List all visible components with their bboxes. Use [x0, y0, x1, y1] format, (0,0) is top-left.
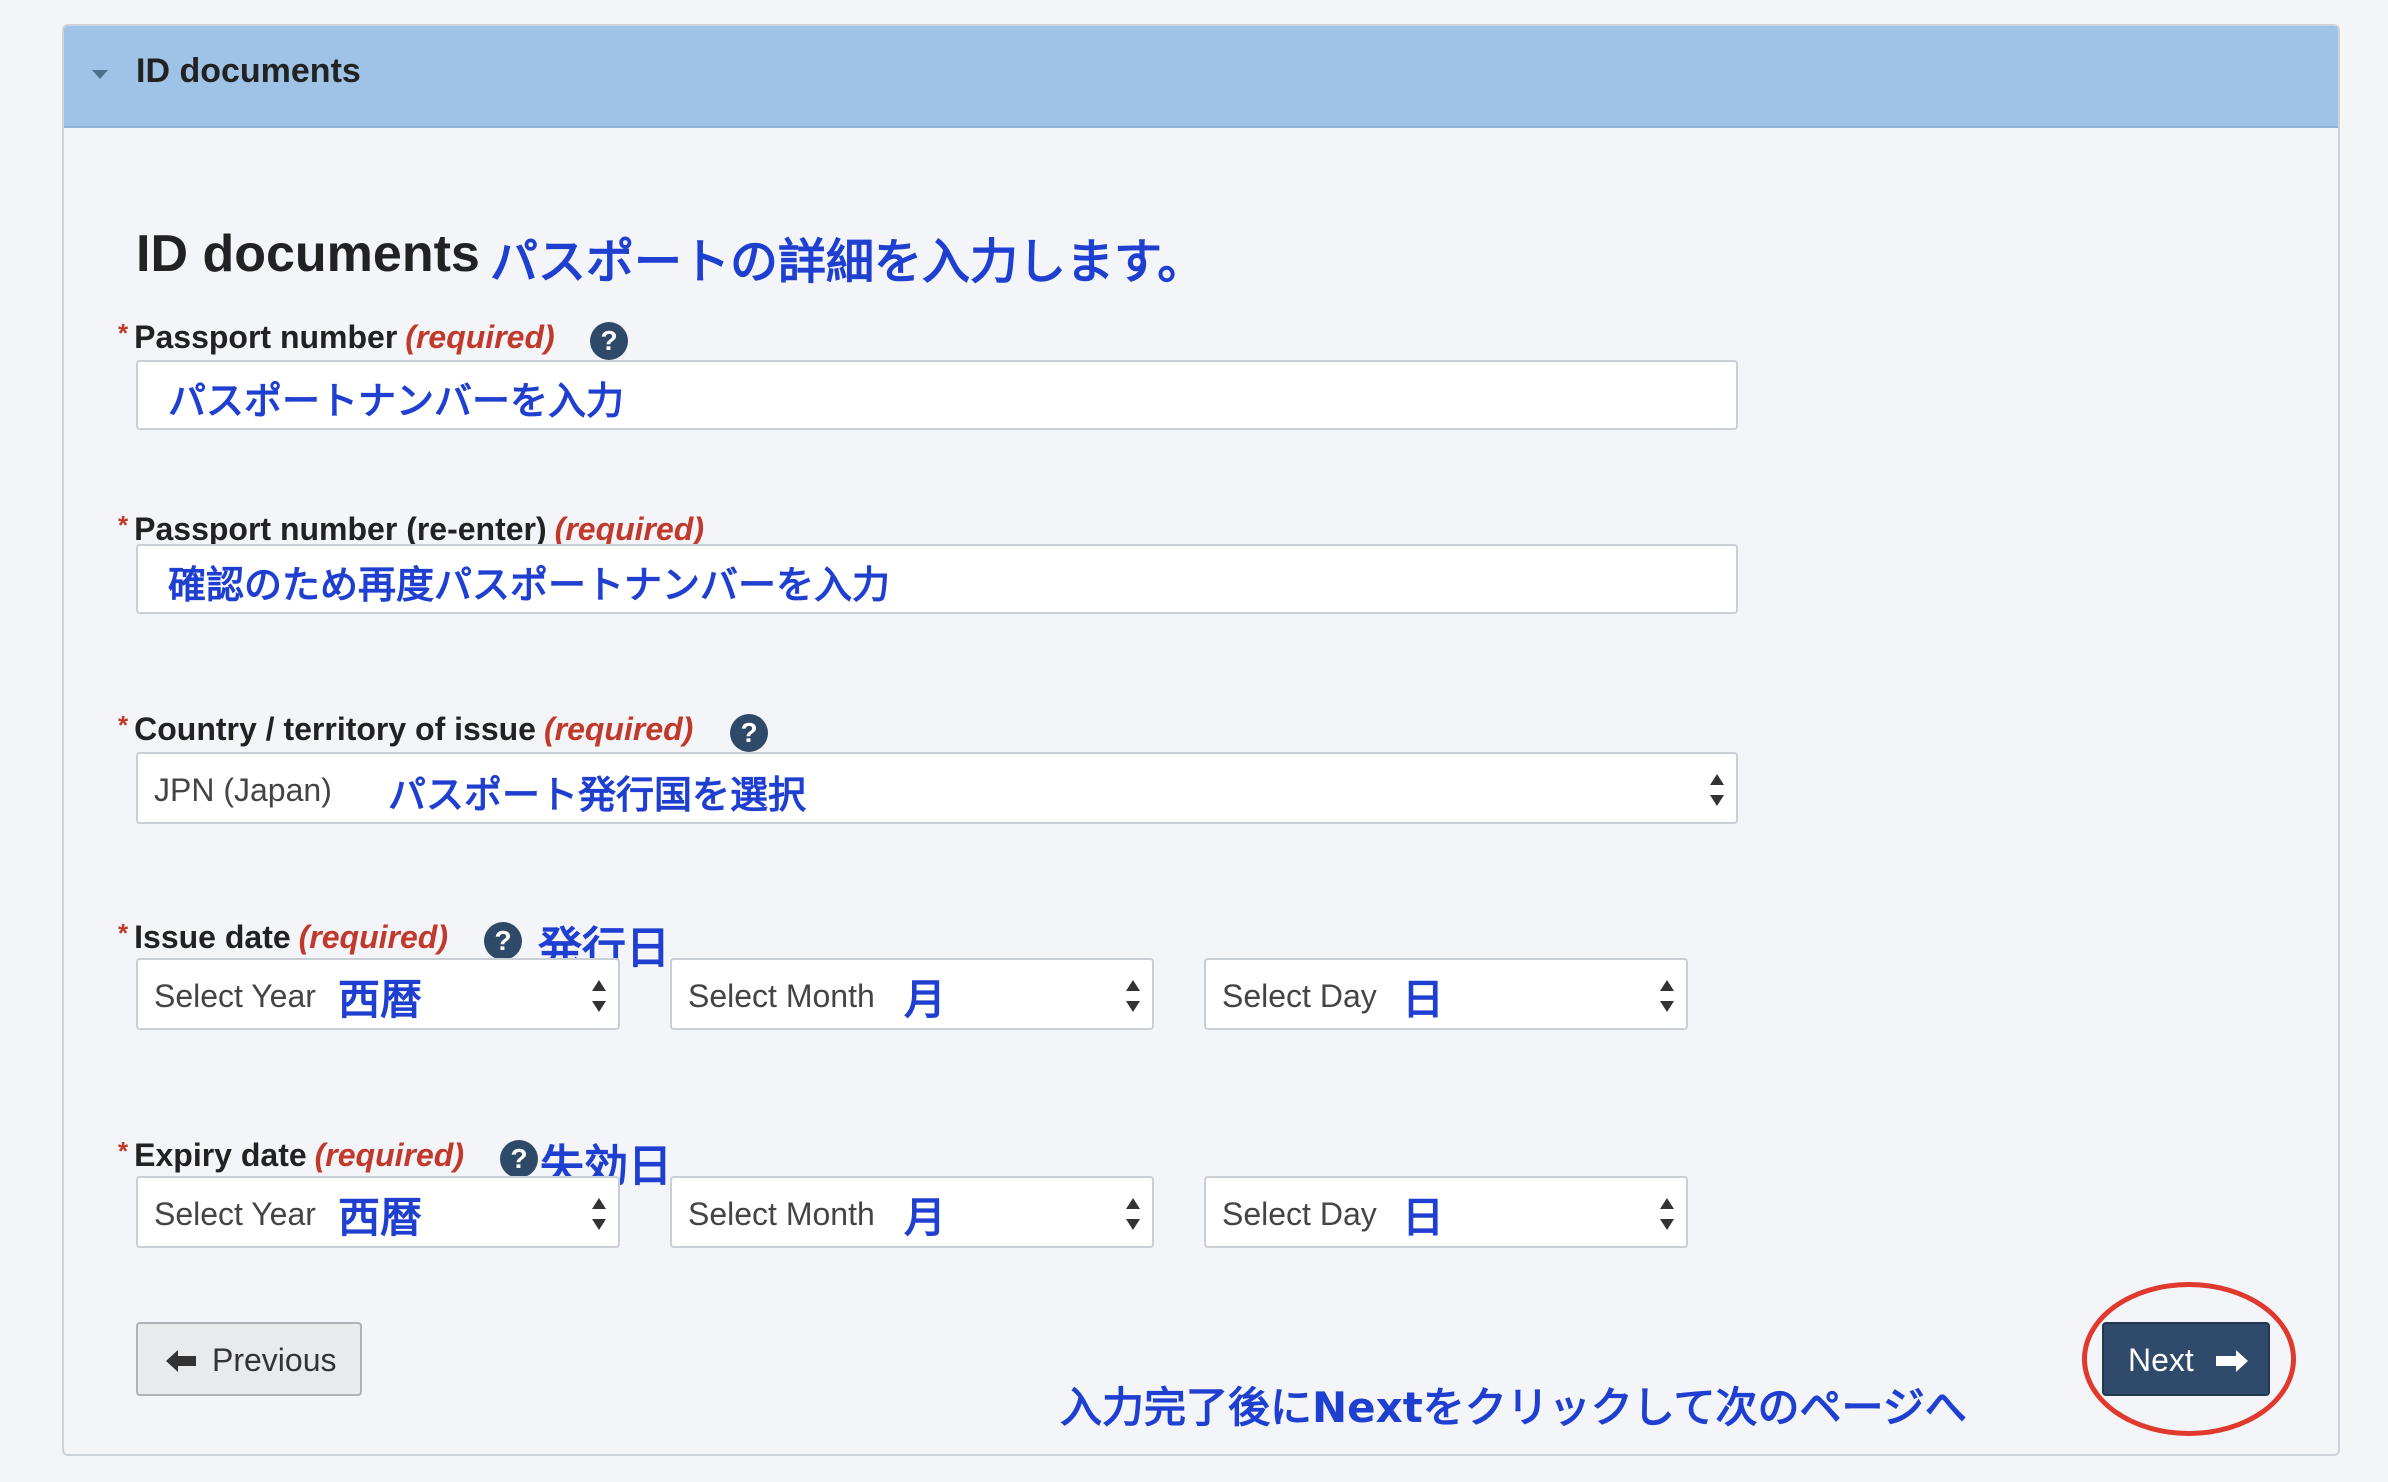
- passport-number-input[interactable]: パスポートナンバーを入力: [136, 360, 1738, 430]
- passport-number-help-icon[interactable]: ?: [590, 322, 628, 360]
- issue-date-help-icon[interactable]: ?: [484, 922, 522, 960]
- issue-year-select[interactable]: Select Year 西暦: [136, 958, 620, 1030]
- issue-month-select[interactable]: Select Month 月: [670, 958, 1154, 1030]
- passport-reenter-label: * Passport number (re-enter) (required): [118, 510, 704, 547]
- panel-title: ID documents: [136, 52, 361, 90]
- expiry-month-select[interactable]: Select Month 月: [670, 1176, 1154, 1248]
- issue-day-select[interactable]: Select Day 日: [1204, 958, 1688, 1030]
- country-select[interactable]: JPN (Japan) パスポート発行国を選択: [136, 752, 1738, 824]
- expiry-date-help-icon[interactable]: ?: [500, 1140, 538, 1178]
- expiry-year-select[interactable]: Select Year 西暦: [136, 1176, 620, 1248]
- passport-reenter-input[interactable]: 確認のため再度パスポートナンバーを入力: [136, 544, 1738, 614]
- id-documents-panel: ID documents ID documents パスポートの詳細を入力します…: [62, 24, 2340, 1456]
- expiry-date-label: * Expiry date (required): [118, 1136, 464, 1173]
- select-arrows-icon: [1126, 1198, 1140, 1230]
- passport-number-label: * Passport number (required): [118, 318, 555, 355]
- country-note: パスポート発行国を選択: [388, 773, 807, 817]
- select-arrows-icon: [592, 980, 606, 1012]
- arrow-left-icon: [166, 1350, 196, 1372]
- issue-date-label: * Issue date (required): [118, 918, 448, 955]
- country-selected-value: JPN (Japan): [154, 772, 332, 808]
- country-help-icon[interactable]: ?: [730, 714, 768, 752]
- footer-note: 入力完了後にNextをクリックして次のページへ: [1060, 1383, 1967, 1432]
- select-arrows-icon: [1710, 774, 1724, 806]
- panel-header[interactable]: ID documents: [64, 26, 2338, 128]
- previous-button[interactable]: Previous: [136, 1322, 362, 1396]
- section-title: ID documents: [136, 225, 480, 283]
- collapse-caret-icon[interactable]: [92, 70, 108, 79]
- expiry-day-select[interactable]: Select Day 日: [1204, 1176, 1688, 1248]
- country-label: * Country / territory of issue (required): [118, 710, 694, 747]
- select-arrows-icon: [1660, 1198, 1674, 1230]
- section-note: パスポートの詳細を入力します。: [490, 234, 1206, 290]
- select-arrows-icon: [592, 1198, 606, 1230]
- select-arrows-icon: [1126, 980, 1140, 1012]
- select-arrows-icon: [1660, 980, 1674, 1012]
- next-button-highlight-circle: [2082, 1282, 2296, 1436]
